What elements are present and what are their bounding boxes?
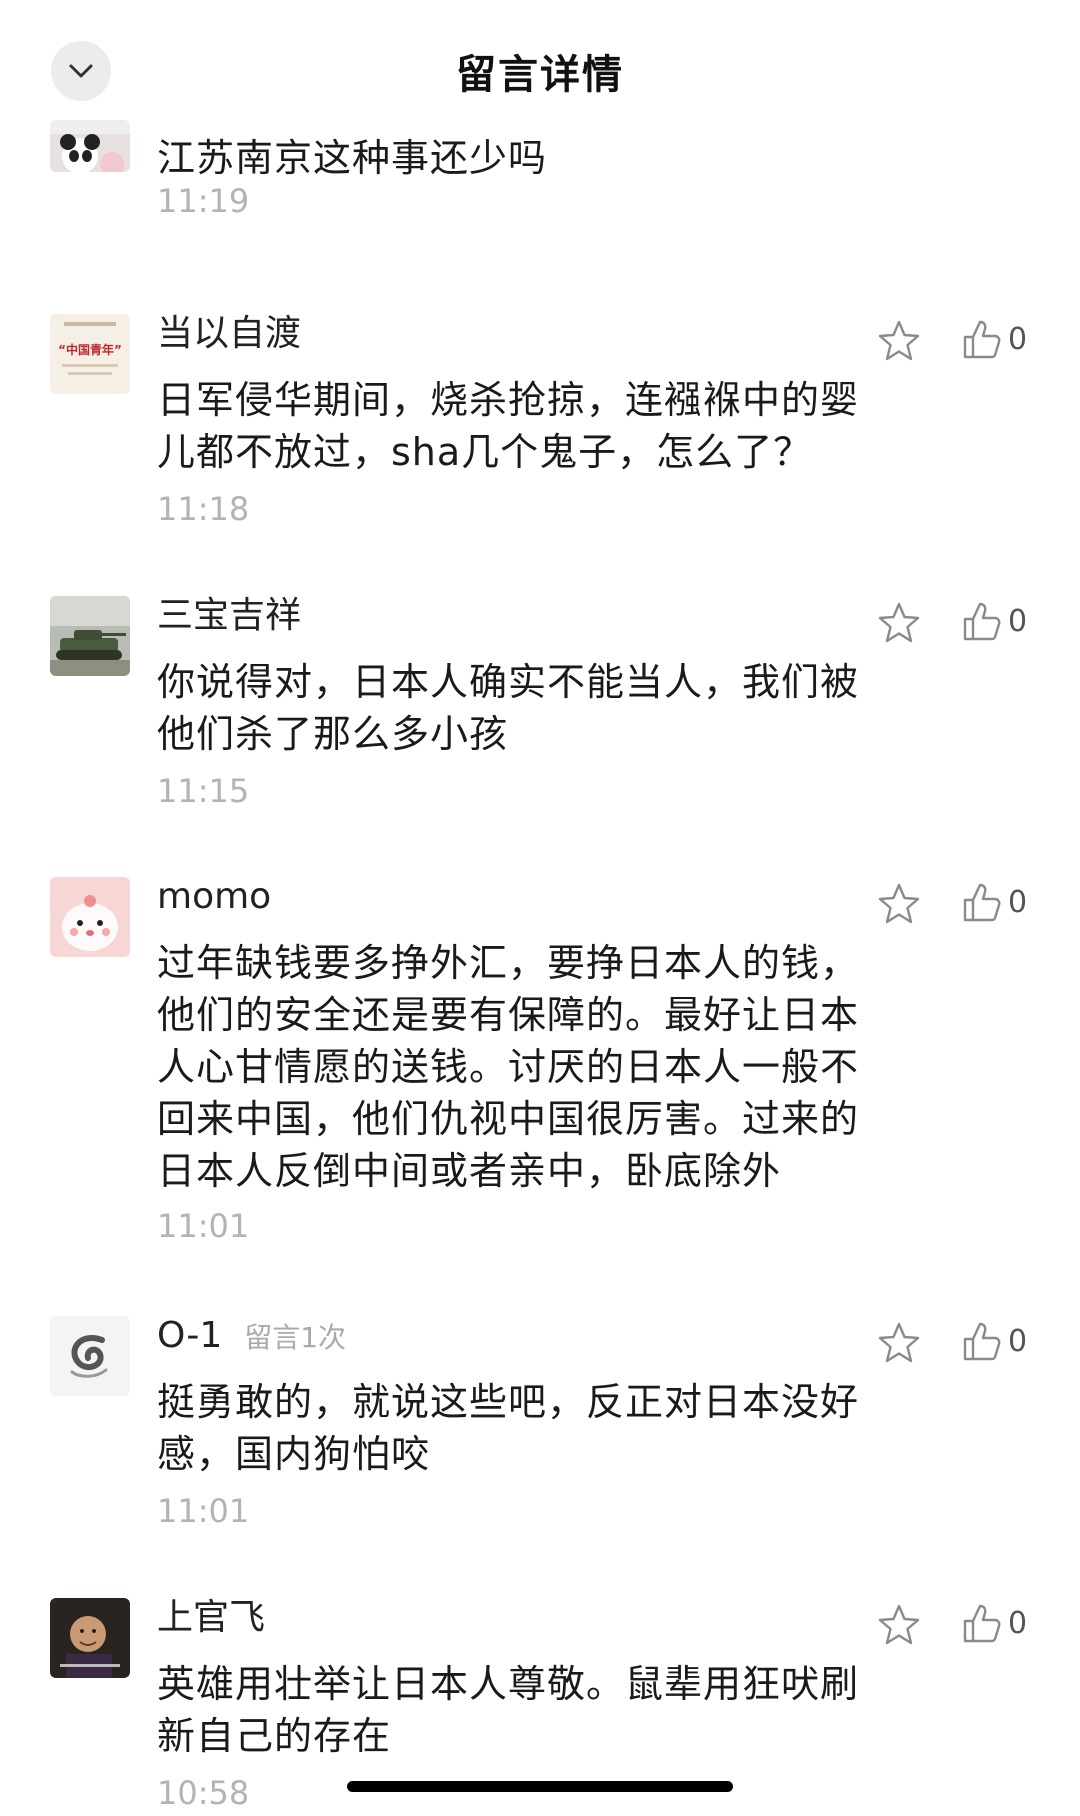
like-button[interactable]: 0 xyxy=(962,598,1027,644)
thumbs-up-icon xyxy=(963,602,1001,641)
panda-avatar[interactable] xyxy=(50,120,130,172)
comment-text: 江苏南京这种事还少吗 xyxy=(157,136,548,180)
cartoon-avatar[interactable] xyxy=(50,877,130,957)
comment-time: 11:01 xyxy=(157,1207,250,1245)
photo-avatar[interactable] xyxy=(50,1598,130,1678)
thumbs-up-icon xyxy=(963,883,1001,922)
star-icon[interactable] xyxy=(876,600,922,646)
china-youth-avatar[interactable]: “中国青年” xyxy=(50,314,130,394)
comment-time: 11:01 xyxy=(157,1492,250,1530)
comment-nickname[interactable]: 当以自渡 xyxy=(157,314,301,354)
comment-nickname[interactable]: 上官飞 xyxy=(157,1598,265,1638)
comment-time: 11:19 xyxy=(157,182,250,220)
comment-time: 10:58 xyxy=(157,1774,250,1812)
avatar-text: “中国青年” xyxy=(58,342,122,357)
comment-nickname[interactable]: O-1 留言1次 xyxy=(157,1316,346,1358)
comment-text: 英雄用壮举让日本人尊敬。鼠辈用狂吠刷新自己的存在 xyxy=(157,1662,860,1758)
comment-nickname[interactable]: momo xyxy=(157,877,271,917)
comment-time: 11:15 xyxy=(157,772,250,810)
comment-nickname[interactable]: 三宝吉祥 xyxy=(157,596,301,636)
comment-list: 江苏南京这种事还少吗 11:19 “中国青年” 当以自渡 0 日军侵华期间，烧杀… xyxy=(0,0,1080,1816)
like-count: 0 xyxy=(1008,1605,1028,1641)
thumbs-up-icon xyxy=(963,1322,1001,1361)
comment-text: 日军侵华期间，烧杀抢掠，连襁褓中的婴儿都不放过，sha几个鬼子，怎么了？ xyxy=(157,378,860,474)
thumbs-up-icon xyxy=(963,320,1001,359)
comment-count-badge: 留言1次 xyxy=(244,1321,347,1354)
nickname-label: O-1 xyxy=(157,1315,223,1356)
top-bar: 留言详情 xyxy=(0,0,1080,118)
tank-avatar[interactable] xyxy=(50,596,130,676)
home-indicator[interactable] xyxy=(347,1781,733,1792)
star-icon[interactable] xyxy=(876,1602,922,1648)
like-count: 0 xyxy=(1008,884,1028,920)
comment-text: 过年缺钱要多挣外汇，要挣日本人的钱，他们的安全还是要有保障的。最好让日本人心甘情… xyxy=(157,941,860,1193)
like-button[interactable]: 0 xyxy=(962,1600,1027,1646)
page-title: 留言详情 xyxy=(456,52,624,98)
like-count: 0 xyxy=(1008,1323,1028,1359)
thumbs-up-icon xyxy=(963,1604,1001,1643)
comment-time: 11:18 xyxy=(157,490,250,528)
star-icon[interactable] xyxy=(876,1320,922,1366)
like-button[interactable]: 0 xyxy=(962,879,1027,925)
ink-swirl-avatar[interactable] xyxy=(50,1316,130,1396)
comment-text: 挺勇敢的，就说这些吧，反正对日本没好感，国内狗怕咬 xyxy=(157,1380,860,1476)
star-icon[interactable] xyxy=(876,318,922,364)
comment-text: 你说得对，日本人确实不能当人，我们被他们杀了那么多小孩 xyxy=(157,660,860,756)
like-count: 0 xyxy=(1008,603,1028,639)
like-button[interactable]: 0 xyxy=(962,1318,1027,1364)
like-button[interactable]: 0 xyxy=(962,316,1027,362)
star-icon[interactable] xyxy=(876,881,922,927)
like-count: 0 xyxy=(1008,321,1028,357)
